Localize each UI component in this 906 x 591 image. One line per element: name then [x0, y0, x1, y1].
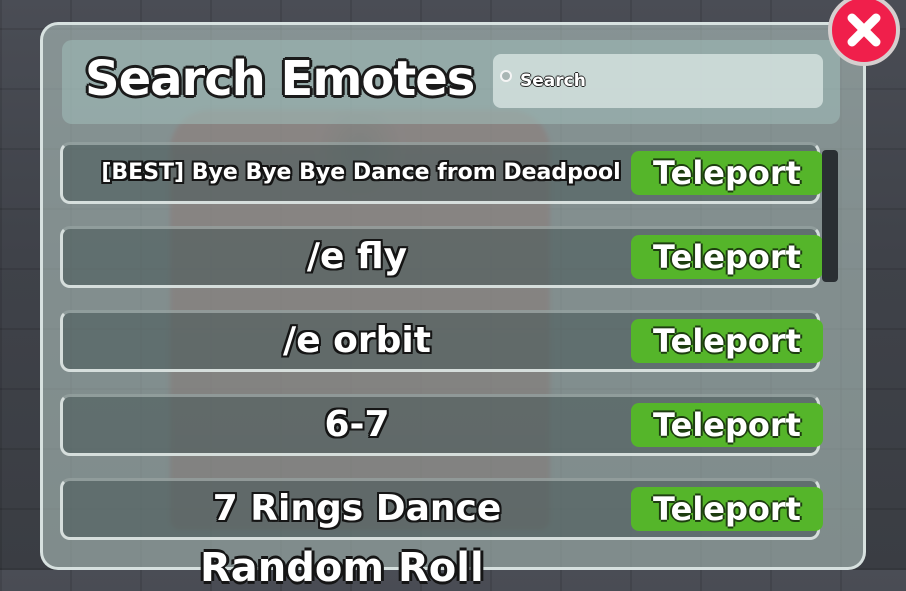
list-item: [BEST] Bye Bye Bye Dance from Deadpool T… — [60, 142, 823, 204]
teleport-button[interactable]: Teleport — [631, 403, 823, 447]
teleport-button[interactable]: Teleport — [631, 235, 823, 279]
emote-label: /e fly — [306, 236, 408, 277]
scrollbar[interactable] — [822, 150, 838, 282]
teleport-button[interactable]: Teleport — [631, 319, 823, 363]
emote-label: [BEST] Bye Bye Bye Dance from Deadpool — [101, 160, 621, 185]
next-emote-label: Random Roll — [200, 545, 484, 591]
emote-label: 6-7 — [324, 404, 390, 445]
emote-list[interactable]: [BEST] Bye Bye Bye Dance from Deadpool T… — [58, 138, 842, 542]
list-item: /e orbit Teleport — [60, 310, 823, 372]
list-item: /e fly Teleport — [60, 226, 823, 288]
emote-label: /e orbit — [283, 320, 431, 361]
search-placeholder: Search — [520, 71, 586, 91]
close-icon — [832, 0, 896, 62]
search-icon — [500, 70, 512, 82]
list-item: 6-7 Teleport — [60, 394, 823, 456]
teleport-button[interactable]: Teleport — [631, 487, 823, 531]
list-item: 7 Rings Dance Teleport — [60, 478, 823, 540]
close-button[interactable] — [828, 0, 900, 66]
teleport-button[interactable]: Teleport — [631, 151, 823, 195]
emote-label: 7 Rings Dance — [212, 488, 502, 529]
page-title: Search Emotes — [85, 51, 475, 107]
